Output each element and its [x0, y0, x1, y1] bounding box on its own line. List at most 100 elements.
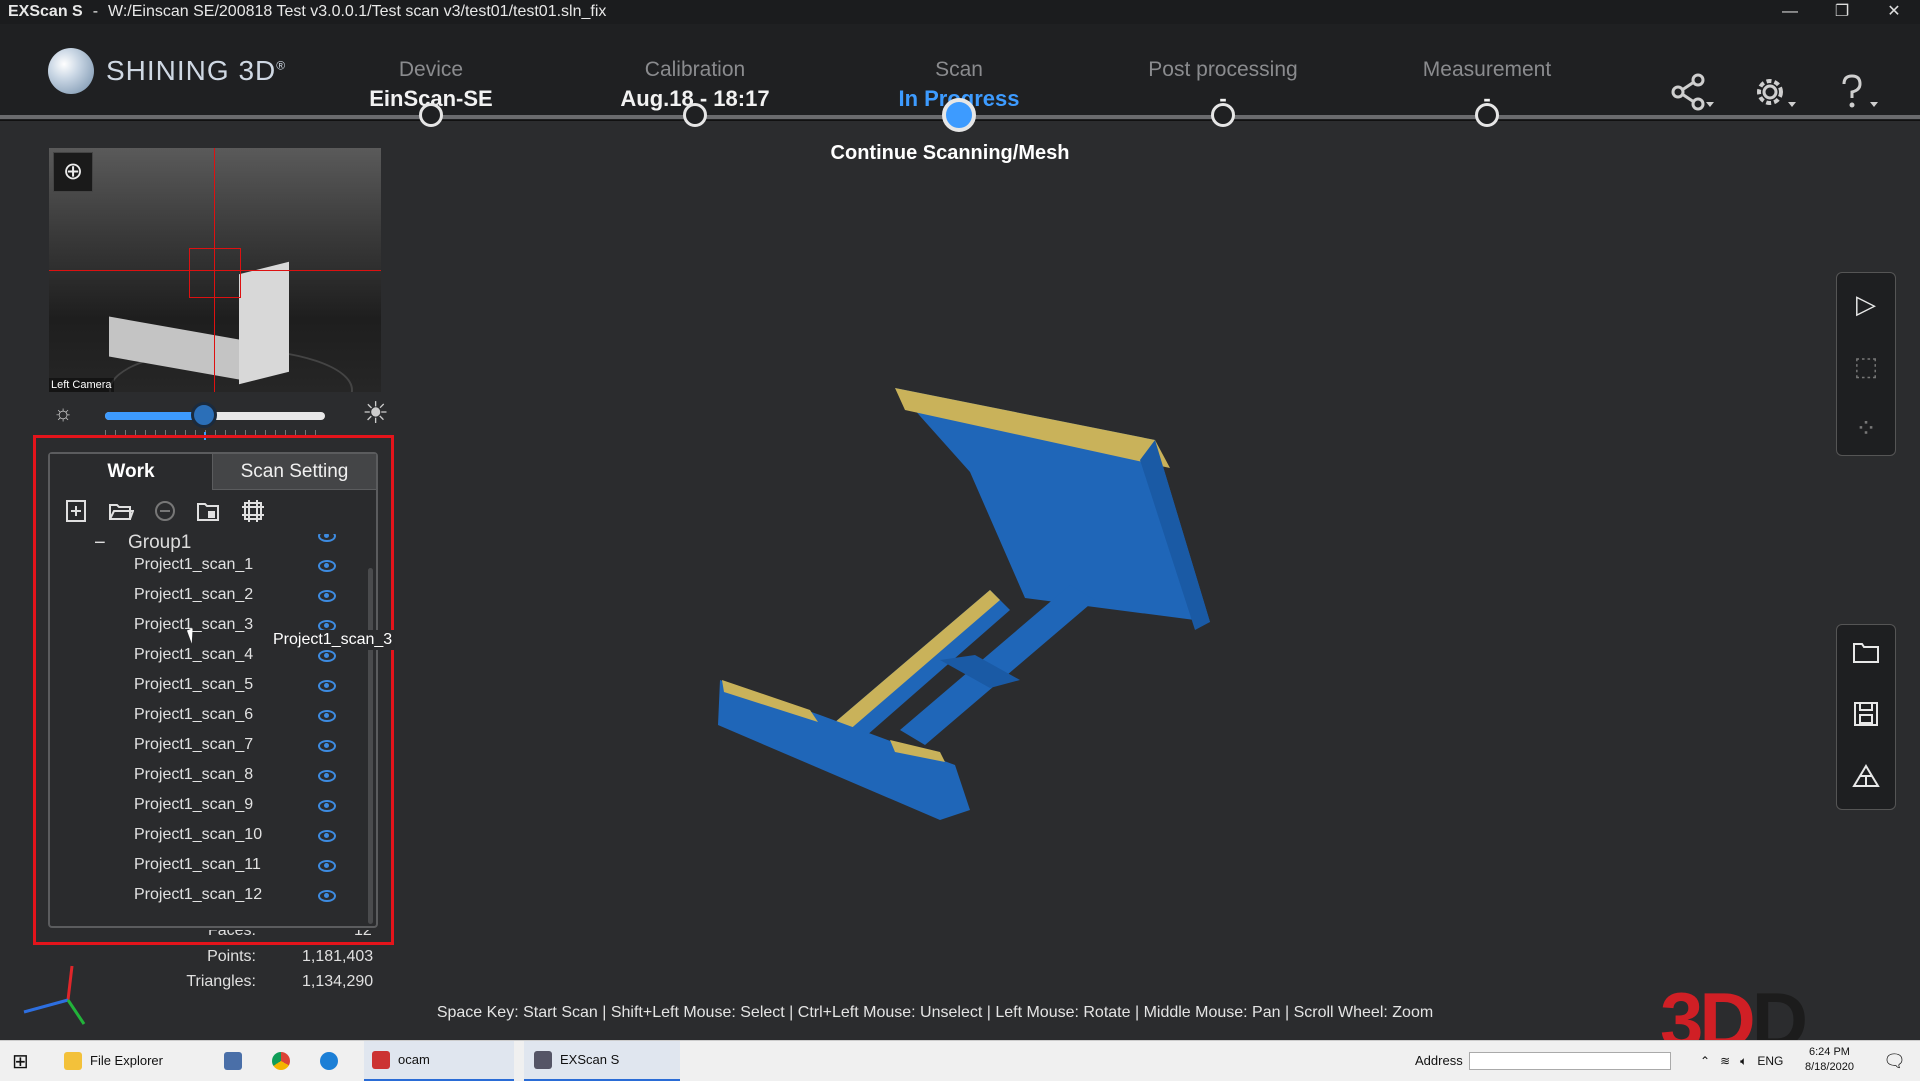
step-title: Device — [398, 58, 464, 81]
scan-item-label: Project1_scan_9 — [134, 796, 254, 813]
windows-start-icon[interactable]: ⊞ — [12, 1049, 29, 1074]
taskbar-file-explorer[interactable]: File Explorer — [56, 1041, 214, 1081]
scan-item[interactable]: Project1_scan_7 — [50, 730, 360, 760]
step-dot-post-processing[interactable] — [1211, 103, 1235, 127]
brand-name: SHINING 3D® — [106, 55, 287, 86]
restore-button[interactable]: ❐ — [1816, 0, 1868, 24]
eye-icon[interactable] — [318, 710, 336, 722]
taskbar-exscan[interactable]: EXScan S — [524, 1041, 680, 1081]
eye-icon[interactable] — [318, 590, 336, 602]
continue-scanning-label[interactable]: Continue Scanning/Mesh — [780, 142, 1120, 165]
step-title: Measurement — [1422, 58, 1552, 81]
scan-item[interactable]: Project1_scan_1 — [50, 550, 360, 580]
scan-control-palette: ▷ ⬚ ⁘ — [1836, 272, 1896, 456]
clock[interactable]: 6:24 PM 8/18/2020 — [1805, 1045, 1854, 1075]
zoom-in-icon[interactable]: ⊕ — [53, 152, 93, 192]
scan-item-label: Project1_scan_11 — [134, 856, 261, 873]
scan-list: − Group1 Project1_scan_1 Project1_scan_2… — [50, 534, 360, 910]
address-input[interactable] — [1468, 1052, 1671, 1070]
step-dot-calibration[interactable] — [683, 103, 707, 127]
globe-icon — [48, 48, 94, 94]
notification-icon[interactable]: 🗨︎ — [1883, 1051, 1906, 1072]
scan-item[interactable]: Project1_scan_11 — [50, 850, 360, 880]
axis-gizmo-icon — [18, 960, 98, 1030]
help-icon[interactable] — [1832, 72, 1880, 121]
list-scrollbar[interactable] — [368, 568, 373, 924]
scan-item[interactable]: Project1_scan_10 — [50, 820, 360, 850]
close-button[interactable]: ✕ — [1868, 0, 1920, 24]
app-title: EXScan S — [8, 3, 83, 20]
step-dot-scan[interactable] — [942, 98, 976, 132]
step-title: Post processing — [1148, 58, 1298, 81]
chrome-icon — [272, 1052, 290, 1070]
scan-item[interactable]: Project1_scan_9 — [50, 790, 360, 820]
volume-icon[interactable]: 🔈︎ — [1740, 1041, 1747, 1081]
minimize-button[interactable]: — — [1764, 0, 1816, 24]
open-folder-icon[interactable] — [108, 498, 135, 524]
folder-icon[interactable] — [1837, 625, 1895, 687]
panel-tabs: Work Scan Setting — [50, 454, 376, 490]
group-visibility-eye-icon[interactable] — [318, 534, 336, 542]
file-path: W:/Einscan SE/200818 Test v3.0.0.1/Test … — [108, 3, 607, 20]
network-icon[interactable]: ≋ — [1720, 1041, 1730, 1081]
scan-model-viewport[interactable] — [700, 380, 1220, 830]
scan-item[interactable]: Project1_scan_8 — [50, 760, 360, 790]
new-project-icon[interactable] — [64, 498, 90, 524]
eye-icon[interactable] — [318, 800, 336, 812]
crop-frame-icon[interactable]: ⬚ — [1837, 335, 1895, 397]
taskbar-chrome[interactable] — [272, 1041, 290, 1081]
scan-item-label: Project1_scan_6 — [134, 706, 254, 723]
scan-item[interactable]: Project1_scan_12 — [50, 880, 360, 910]
eye-icon[interactable] — [318, 890, 336, 902]
edge-icon — [320, 1052, 338, 1070]
save-icon[interactable] — [1837, 687, 1895, 749]
taskbar-ocam[interactable]: ocam — [364, 1041, 514, 1081]
address-toolbar: Address — [1415, 1041, 1671, 1081]
scan-item-label: Project1_scan_8 — [134, 766, 254, 783]
folder-delete-icon[interactable] — [196, 498, 222, 524]
scan-item[interactable]: Project1_scan_2 — [50, 580, 360, 610]
remove-icon[interactable] — [152, 498, 178, 524]
mesh-stats: Faces: 12 Points: 1,181,403 Triangles: 1… — [150, 930, 380, 998]
taskbar-app[interactable] — [224, 1041, 242, 1081]
taskbar-edge[interactable] — [320, 1041, 338, 1081]
scan-item-label: Project1_scan_2 — [134, 586, 254, 603]
camera-preview: ⊕ Left Camera — [49, 148, 381, 392]
scan-item-label: Project1_scan_10 — [134, 826, 263, 843]
step-dot-device[interactable] — [419, 103, 443, 127]
brightness-low-icon: ☼ — [53, 400, 74, 425]
camera-label: Left Camera — [49, 378, 114, 392]
exscan-icon — [534, 1051, 552, 1069]
share-icon[interactable] — [1668, 72, 1716, 121]
tab-work[interactable]: Work — [50, 454, 212, 490]
gear-icon[interactable] — [1750, 72, 1798, 121]
step-dot-measurement[interactable] — [1475, 103, 1499, 127]
tray-chevron-icon[interactable]: ⌃ — [1700, 1041, 1710, 1081]
system-tray: ⌃ ≋ 🔈︎ ENG — [1700, 1041, 1783, 1081]
slider-fill — [105, 412, 204, 420]
eye-icon[interactable] — [318, 770, 336, 782]
eye-icon[interactable] — [318, 680, 336, 692]
scan-item-label: Project1_scan_5 — [134, 676, 254, 693]
eye-icon[interactable] — [318, 560, 336, 572]
start-scan-play-icon[interactable]: ▷ — [1837, 273, 1895, 335]
eye-icon[interactable] — [318, 650, 336, 662]
scan-item[interactable]: Project1_scan_6 — [50, 700, 360, 730]
ocam-icon — [372, 1051, 390, 1069]
eye-icon[interactable] — [318, 830, 336, 842]
tab-scan-setting[interactable]: Scan Setting — [212, 454, 376, 490]
language-indicator[interactable]: ENG — [1757, 1041, 1783, 1081]
taskbar: ⊞ File Explorer ocam EXScan S Address ⌃ … — [0, 1040, 1920, 1081]
point-cloud-icon[interactable]: ⁘ — [1837, 397, 1895, 459]
mesh-frame-icon[interactable] — [240, 498, 266, 524]
mesh-icon[interactable] — [1837, 749, 1895, 811]
scan-item-label: Project1_scan_1 — [134, 556, 254, 573]
tooltip: Project1_scan_3 — [270, 630, 396, 650]
slider-knob[interactable] — [191, 402, 217, 428]
eye-icon[interactable] — [318, 740, 336, 752]
title-bar: EXScan S - W:/Einscan SE/200818 Test v3.… — [0, 0, 1920, 24]
brightness-slider[interactable]: ☼ ☀ — [49, 397, 389, 440]
scan-item[interactable]: Project1_scan_5 — [50, 670, 360, 700]
eye-icon[interactable] — [318, 860, 336, 872]
app-icon — [224, 1052, 242, 1070]
